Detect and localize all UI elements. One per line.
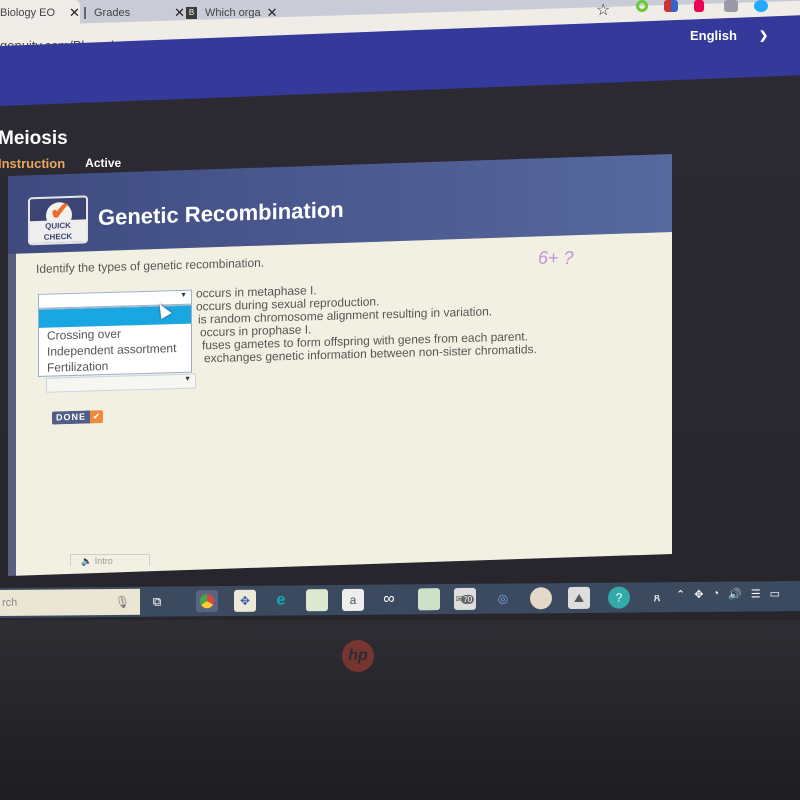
mail-badge: 70 [461,594,475,604]
tab-label: Biology EO [0,7,56,19]
action-center-icon[interactable]: ☰ [751,587,761,600]
done-button[interactable]: DONE ✔ [52,410,104,425]
wifi-icon[interactable]: ◔ [712,588,719,601]
intro-label: Intro [94,556,113,566]
edge-icon[interactable]: e [270,589,292,611]
nav-active[interactable]: Active [85,156,121,171]
intro-button[interactable]: 🔈 Intro [70,554,150,566]
microphone-icon[interactable]: 🎙 [115,589,130,615]
amazon-icon[interactable]: a [342,588,364,612]
nav-instruction[interactable]: Instruction [0,156,65,171]
laptop-bezel [0,620,800,800]
app-icon[interactable] [306,589,328,612]
speaker-icon: 🔈 [81,556,93,566]
star-icon[interactable]: ☆ [596,0,610,20]
course-title: Meiosis [0,128,68,149]
search-placeholder: rch [2,596,18,609]
dropdown-arrow-icon: ▼ [184,375,191,383]
close-tab-icon[interactable]: ✕ [174,5,185,21]
task-view-icon[interactable]: ⧉ [146,591,168,613]
screen-smudge-handwriting: 6+ ? [538,248,574,268]
hp-logo: hp [342,640,374,672]
extension-icon[interactable] [636,0,648,12]
people-icon[interactable]: ጸ [646,586,668,608]
sync-app-icon[interactable]: ◎ [492,588,514,610]
file-explorer-icon[interactable] [418,588,440,611]
close-tab-icon[interactable]: ✕ [69,5,80,21]
language-selector[interactable]: English ❯ N [690,28,800,43]
system-tray: ⌃ ✥ ◔ 🔊 ☰ ▭ [676,587,780,601]
itunes-icon[interactable] [530,587,552,610]
windows-taskbar: rch 🎙 ⧉ ✥ e a ∞ ✉ 70 ◎ ⛰ ? ጸ ⌃ ✥ ◔ 🔊 ☰ ▭ [0,581,800,618]
chrome-icon[interactable] [196,590,218,613]
page-icon [84,7,86,19]
quick-check-label: QUICK CHECK [30,219,86,244]
statements-list: occurs in metaphase I. occurs during sex… [196,276,616,366]
photos-icon[interactable]: ⛰ [568,586,590,610]
extension-icon[interactable] [754,0,768,12]
dropdown-option[interactable]: Fertilization [39,356,191,376]
show-hidden-icons-icon[interactable]: ⌃ [676,588,685,601]
tab-label: Grades [94,7,131,19]
done-label: DONE [52,410,91,425]
extension-icon[interactable] [694,0,704,12]
help-app-icon[interactable]: ? [608,586,630,609]
taskbar-search-input[interactable]: rch 🎙 [0,588,140,616]
photo-of-screen: Biology EO ✕ Grades ✕ B Which orga ✕ gen… [0,0,800,800]
extension-icon[interactable] [724,0,738,12]
dropdown-menu: Crossing over Independent assortment Fer… [38,304,192,377]
brainly-icon: B [186,7,197,19]
dropbox-tray-icon[interactable]: ✥ [694,588,703,601]
dropbox-icon[interactable]: ✥ [234,589,256,612]
checkmark-icon: ✔ [90,410,104,424]
volume-icon[interactable]: 🔊 [728,588,742,601]
mail-icon[interactable]: ✉ 70 [454,587,476,611]
battery-icon[interactable]: ▭ [770,587,780,600]
course-subnav: Instruction Active [0,156,121,171]
extension-icon[interactable] [664,0,678,12]
infinity-app-icon[interactable]: ∞ [378,589,400,611]
chevron-down-icon: ❯ [758,30,769,42]
tab-biology[interactable]: Biology EO ✕ [0,0,80,26]
lesson-title: Genetic Recombination [98,196,344,231]
quick-check-badge: ✔ QUICK CHECK [28,195,88,246]
language-label: English [690,28,737,43]
dropdown-arrow-icon: ▼ [180,291,187,299]
